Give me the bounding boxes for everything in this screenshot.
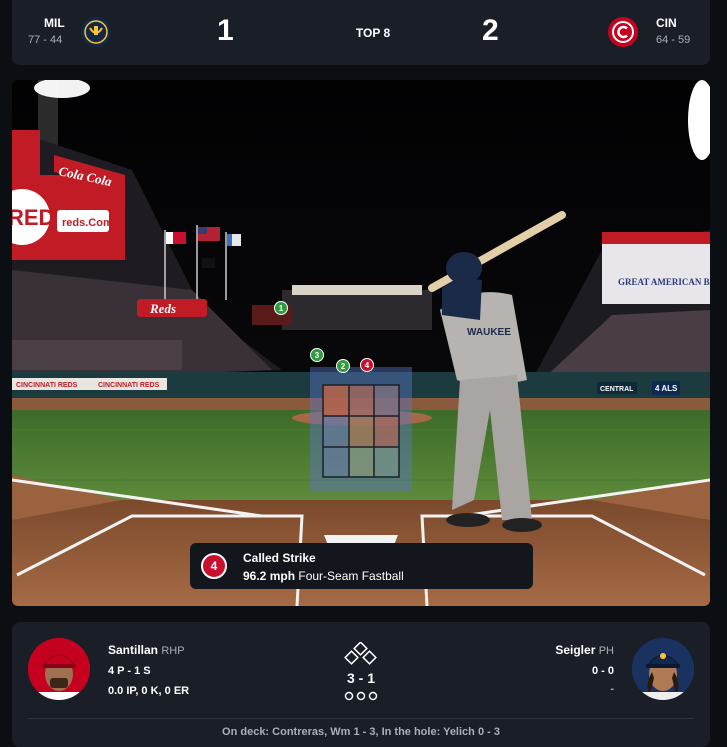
svg-text:reds.Com: reds.Com bbox=[62, 217, 113, 229]
ball-strike-count: 3 - 1 bbox=[346, 670, 375, 686]
field-view: REDS reds.Com Cola Cola Reds GREAT AMERI… bbox=[12, 80, 710, 606]
pitch-speed: 96.2 mph bbox=[243, 569, 296, 583]
pitch-speed-type: 96.2 mph Four-Seam Fastball bbox=[243, 569, 404, 583]
inning-label: TOP 8 bbox=[355, 26, 391, 40]
central-sign: CENTRAL bbox=[600, 386, 634, 393]
home-team-abbr: CIN bbox=[656, 16, 677, 30]
brewers-logo-icon[interactable] bbox=[81, 17, 111, 47]
pitch-marker[interactable]: 2 bbox=[336, 359, 350, 373]
pitcher-name-line: Santillan RHP bbox=[108, 643, 185, 657]
home-score: 2 bbox=[482, 14, 499, 47]
away-team-record: 77 - 44 bbox=[28, 34, 63, 46]
stadium-illustration: REDS reds.Com Cola Cola Reds GREAT AMERI… bbox=[12, 80, 710, 606]
svg-text:WAUKEE: WAUKEE bbox=[467, 327, 511, 338]
wall-sign-right: CINCINNATI REDS bbox=[98, 382, 160, 389]
pitcher-name: Santillan bbox=[108, 643, 159, 657]
batter-today: 0 - 0 bbox=[591, 665, 614, 677]
batter-position: PH bbox=[598, 645, 614, 657]
batter-avatar[interactable] bbox=[632, 638, 694, 700]
pitch-type: Four-Seam Fastball bbox=[298, 569, 404, 583]
pitcher-pitch-count: 4 P - 1 S bbox=[108, 665, 151, 677]
great-american-board: GREAT AMERICAN BALL PARK bbox=[602, 232, 710, 304]
outs-indicator-icon bbox=[344, 688, 378, 706]
last-pitch-card[interactable]: 4 Called Strike 96.2 mph Four-Seam Fastb… bbox=[190, 543, 533, 589]
svg-text:Reds: Reds bbox=[149, 301, 176, 316]
pitch-marker[interactable]: 4 bbox=[360, 358, 374, 372]
away-team-abbr: MIL bbox=[44, 16, 65, 30]
pitch-marker[interactable]: 3 bbox=[310, 348, 324, 362]
scoreboard: MIL 77 - 44 1 TOP 8 2 CIN 64 - 59 bbox=[12, 0, 710, 65]
panel-divider bbox=[28, 718, 694, 719]
reds-sign: Reds bbox=[137, 299, 207, 317]
home-team-record: 64 - 59 bbox=[656, 34, 691, 46]
pitcher-line: 0.0 IP, 0 K, 0 ER bbox=[108, 685, 190, 697]
ad-4als: 4 ALS bbox=[655, 384, 678, 393]
pitcher-position: RHP bbox=[161, 645, 185, 657]
pitcher-avatar[interactable] bbox=[28, 638, 90, 700]
strike-zone bbox=[310, 367, 412, 491]
away-score: 1 bbox=[217, 14, 234, 47]
batter-extra: - bbox=[610, 683, 614, 695]
pitch-result: Called Strike bbox=[243, 551, 316, 565]
pitch-marker[interactable]: 1 bbox=[274, 301, 288, 315]
matchup-panel: Santillan RHP 4 P - 1 S 0.0 IP, 0 K, 0 E… bbox=[12, 622, 710, 747]
batter-name-line: Seigler PH bbox=[555, 643, 614, 657]
wall-sign-left: CINCINNATI REDS bbox=[16, 382, 78, 389]
on-deck-text: On deck: Contreras, Wm 1 - 3, In the hol… bbox=[222, 726, 500, 738]
batter-name: Seigler bbox=[555, 643, 596, 657]
reds-logo-icon[interactable] bbox=[608, 17, 638, 47]
svg-text:GREAT AMERICAN BALL PARK: GREAT AMERICAN BALL PARK bbox=[618, 277, 710, 287]
pitch-number-badge: 4 bbox=[201, 553, 227, 579]
bases-diamond-icon bbox=[344, 641, 378, 671]
